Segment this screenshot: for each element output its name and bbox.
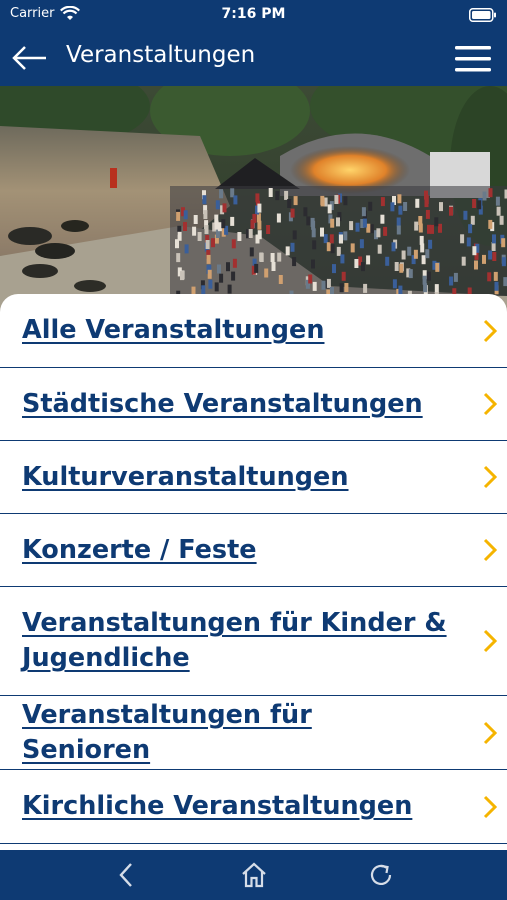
list-item[interactable]: Alle Veranstaltungen [0, 294, 507, 368]
status-time: 7:16 PM [221, 6, 286, 22]
list-item[interactable]: Städtische Veranstaltungen [0, 368, 507, 441]
arrow-left-icon[interactable] [12, 44, 48, 72]
chevron-left-icon[interactable] [112, 860, 142, 890]
hero-image [0, 86, 507, 316]
chevron-right-icon [483, 392, 497, 416]
chevron-right-icon [483, 538, 497, 562]
hamburger-menu-icon[interactable] [455, 44, 491, 74]
chevron-right-icon [483, 795, 497, 818]
chevron-right-icon [483, 629, 497, 653]
nav-bar: Veranstaltungen [0, 30, 507, 86]
status-bar: Carrier 7:16 PM [0, 0, 507, 30]
battery-icon [469, 8, 496, 22]
chevron-right-icon [483, 319, 497, 342]
menu-card: Alle Veranstaltungen Städtische Veransta… [0, 294, 507, 850]
menu-item-label[interactable]: Veranstaltungen für Senioren [0, 698, 507, 768]
chevron-right-icon [483, 721, 497, 744]
menu-item-label[interactable]: Kulturveranstaltungen [0, 460, 409, 495]
menu-item-label[interactable]: Alle Veranstaltungen [0, 313, 384, 348]
reload-icon[interactable] [366, 860, 396, 890]
home-icon[interactable] [239, 860, 269, 890]
list-item[interactable]: Veranstaltungen für Kinder & Jugendliche [0, 587, 507, 696]
bottom-toolbar [0, 850, 507, 900]
list-item[interactable]: Veranstaltungen für Senioren [0, 696, 507, 770]
menu-item-label[interactable]: Städtische Veranstaltungen [0, 387, 483, 422]
menu-item-label[interactable]: Veranstaltungen für Kinder & Jugendliche [0, 606, 507, 676]
list-item[interactable]: Konzerte / Feste [0, 514, 507, 587]
list-item[interactable]: Kirchliche Veranstaltungen [0, 770, 507, 844]
list-item[interactable]: Kulturveranstaltungen [0, 441, 507, 514]
menu-item-label[interactable]: Kirchliche Veranstaltungen [0, 789, 472, 824]
menu-item-label[interactable]: Konzerte / Feste [0, 533, 317, 568]
page-title: Veranstaltungen [66, 42, 256, 68]
chevron-right-icon [483, 465, 497, 489]
